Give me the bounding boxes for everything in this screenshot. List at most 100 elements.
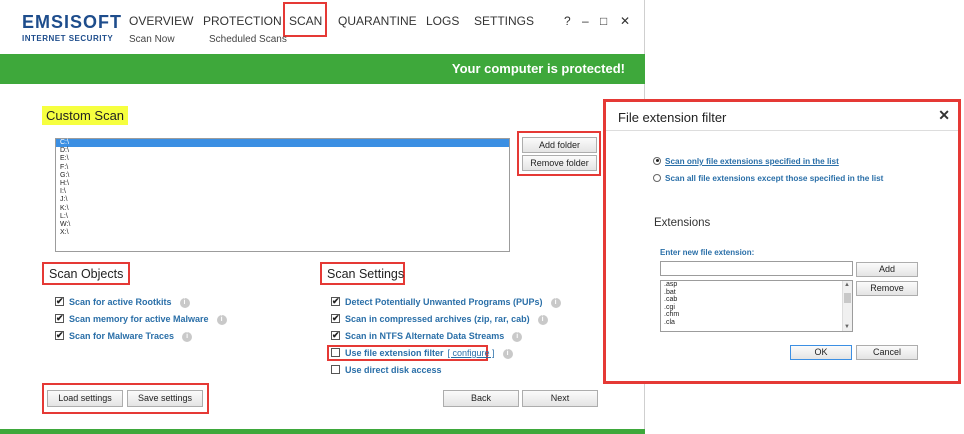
- remove-folder-button[interactable]: Remove folder: [522, 155, 597, 171]
- list-item[interactable]: .chm: [661, 311, 852, 319]
- add-folder-button[interactable]: Add folder: [522, 137, 597, 153]
- tab-settings[interactable]: SETTINGS: [474, 14, 534, 28]
- status-text: Your computer is protected!: [451, 61, 625, 76]
- extension-list-scrollbar[interactable]: ▲ ▼: [842, 281, 852, 331]
- list-item[interactable]: G:\: [56, 172, 509, 180]
- maximize-icon[interactable]: □: [600, 14, 607, 28]
- checkbox-ntfs-streams[interactable]: Scan in NTFS Alternate Data Streams i: [331, 329, 523, 342]
- list-item[interactable]: .asp: [661, 281, 852, 289]
- radio-dot[interactable]: [653, 156, 661, 165]
- radio-label: Scan all file extensions except those sp…: [665, 174, 884, 183]
- load-settings-button[interactable]: Load settings: [47, 390, 123, 407]
- info-icon[interactable]: i: [502, 348, 513, 359]
- extension-list[interactable]: .asp .bat .cab .cgi .chm .cla ▲ ▼: [660, 280, 853, 332]
- remove-extension-button[interactable]: Remove: [856, 281, 918, 296]
- checkbox-label: Use file extension filter: [345, 348, 444, 358]
- tab-scan[interactable]: SCAN: [289, 14, 322, 28]
- next-button[interactable]: Next: [522, 390, 598, 407]
- info-icon[interactable]: i: [512, 331, 523, 342]
- minimize-icon[interactable]: –: [582, 14, 589, 28]
- checkbox-box[interactable]: [331, 295, 340, 307]
- drive-list[interactable]: C:\ D:\ E:\ F:\ G:\ H:\ I:\ J:\ K:\ L:\ …: [55, 138, 510, 252]
- list-item[interactable]: .cab: [661, 296, 852, 304]
- info-icon[interactable]: i: [537, 314, 548, 325]
- info-icon[interactable]: i: [216, 314, 227, 325]
- checkbox-detect-pups[interactable]: Detect Potentially Unwanted Programs (PU…: [331, 295, 561, 308]
- new-extension-input[interactable]: [660, 261, 853, 276]
- checkbox-label: Scan memory for active Malware: [69, 314, 209, 324]
- radio-all-except[interactable]: Scan all file extensions except those sp…: [653, 173, 884, 183]
- scroll-thumb[interactable]: [844, 293, 851, 303]
- dialog-close-icon[interactable]: ✕: [938, 107, 950, 124]
- title-divider: [606, 130, 958, 131]
- list-item[interactable]: J:\: [56, 196, 509, 204]
- radio-label: Scan only file extensions specified in t…: [665, 157, 839, 166]
- radio-dot[interactable]: [653, 173, 661, 182]
- radio-only-listed[interactable]: Scan only file extensions specified in t…: [653, 156, 839, 166]
- list-item[interactable]: I:\: [56, 188, 509, 196]
- back-button[interactable]: Back: [443, 390, 519, 407]
- subtab-scan-now[interactable]: Scan Now: [129, 34, 175, 45]
- scan-settings-title: Scan Settings: [327, 267, 405, 281]
- info-icon[interactable]: i: [550, 297, 561, 308]
- list-item[interactable]: .bat: [661, 289, 852, 297]
- list-item[interactable]: .cla: [661, 319, 852, 327]
- ok-button[interactable]: OK: [790, 345, 852, 360]
- list-item[interactable]: D:\: [56, 147, 509, 155]
- scroll-up-icon[interactable]: ▲: [844, 282, 850, 288]
- checkbox-box[interactable]: [331, 329, 340, 341]
- file-extension-filter-dialog: File extension filter ✕ Scan only file e…: [603, 99, 961, 384]
- logo-sub-text: INTERNET SECURITY: [22, 34, 114, 43]
- extensions-heading: Extensions: [654, 217, 711, 229]
- tab-protection[interactable]: PROTECTION: [203, 14, 282, 28]
- checkbox-label: Scan in compressed archives (zip, rar, c…: [345, 314, 530, 324]
- checkbox-compressed-archives[interactable]: Scan in compressed archives (zip, rar, c…: [331, 312, 548, 325]
- cancel-button[interactable]: Cancel: [856, 345, 918, 360]
- tab-logs[interactable]: LOGS: [426, 14, 459, 28]
- scan-objects-title: Scan Objects: [49, 267, 124, 281]
- help-icon[interactable]: ?: [564, 14, 571, 28]
- list-item[interactable]: K:\: [56, 205, 509, 213]
- checkbox-box[interactable]: [331, 312, 340, 324]
- checkbox-label: Scan in NTFS Alternate Data Streams: [345, 331, 505, 341]
- checkbox-box[interactable]: [331, 365, 340, 375]
- tab-quarantine[interactable]: QUARANTINE: [338, 14, 417, 28]
- checkbox-label: Scan for Malware Traces: [69, 331, 175, 341]
- list-item[interactable]: E:\: [56, 155, 509, 163]
- checkbox-box[interactable]: [55, 295, 64, 307]
- checkbox-active-rootkits[interactable]: Scan for active Rootkits i: [55, 295, 190, 308]
- checkbox-label: Use direct disk access: [345, 365, 442, 375]
- list-item[interactable]: X:\: [56, 229, 509, 237]
- subtab-scheduled-scans[interactable]: Scheduled Scans: [209, 34, 287, 45]
- list-item[interactable]: C:\: [56, 139, 509, 148]
- logo-main-text: EMSISOFT: [22, 12, 123, 32]
- checkbox-label: Scan for active Rootkits: [69, 297, 172, 307]
- checkbox-box[interactable]: [55, 312, 64, 324]
- dialog-title: File extension filter: [618, 110, 727, 125]
- close-icon[interactable]: ✕: [620, 14, 630, 28]
- checkbox-box[interactable]: [331, 348, 340, 358]
- new-extension-label: Enter new file extension:: [660, 248, 755, 257]
- checkbox-label: Detect Potentially Unwanted Programs (PU…: [345, 297, 543, 307]
- checkbox-direct-disk-access[interactable]: Use direct disk access: [331, 364, 442, 376]
- tab-overview[interactable]: OVERVIEW: [129, 14, 193, 28]
- checkbox-malware-traces[interactable]: Scan for Malware Traces i: [55, 329, 193, 342]
- status-bar: Your computer is protected!: [0, 54, 645, 84]
- checkbox-memory-malware[interactable]: Scan memory for active Malware i: [55, 312, 227, 325]
- list-item[interactable]: W:\: [56, 221, 509, 229]
- add-extension-button[interactable]: Add: [856, 262, 918, 277]
- bottom-accent-bar: [0, 429, 645, 434]
- list-item[interactable]: H:\: [56, 180, 509, 188]
- scroll-down-icon[interactable]: ▼: [844, 324, 850, 330]
- list-item[interactable]: L:\: [56, 213, 509, 221]
- list-item[interactable]: .cgi: [661, 304, 852, 312]
- emsisoft-logo: EMSISOFT INTERNET SECURITY: [22, 12, 122, 43]
- custom-scan-title: Custom Scan: [42, 106, 129, 125]
- save-settings-button[interactable]: Save settings: [127, 390, 203, 407]
- checkbox-extension-filter[interactable]: Use file extension filter [ configure ] i: [331, 347, 513, 359]
- info-icon[interactable]: i: [182, 331, 193, 342]
- checkbox-box[interactable]: [55, 329, 64, 341]
- list-item[interactable]: F:\: [56, 164, 509, 172]
- info-icon[interactable]: i: [179, 297, 190, 308]
- configure-link[interactable]: [ configure ]: [448, 348, 495, 358]
